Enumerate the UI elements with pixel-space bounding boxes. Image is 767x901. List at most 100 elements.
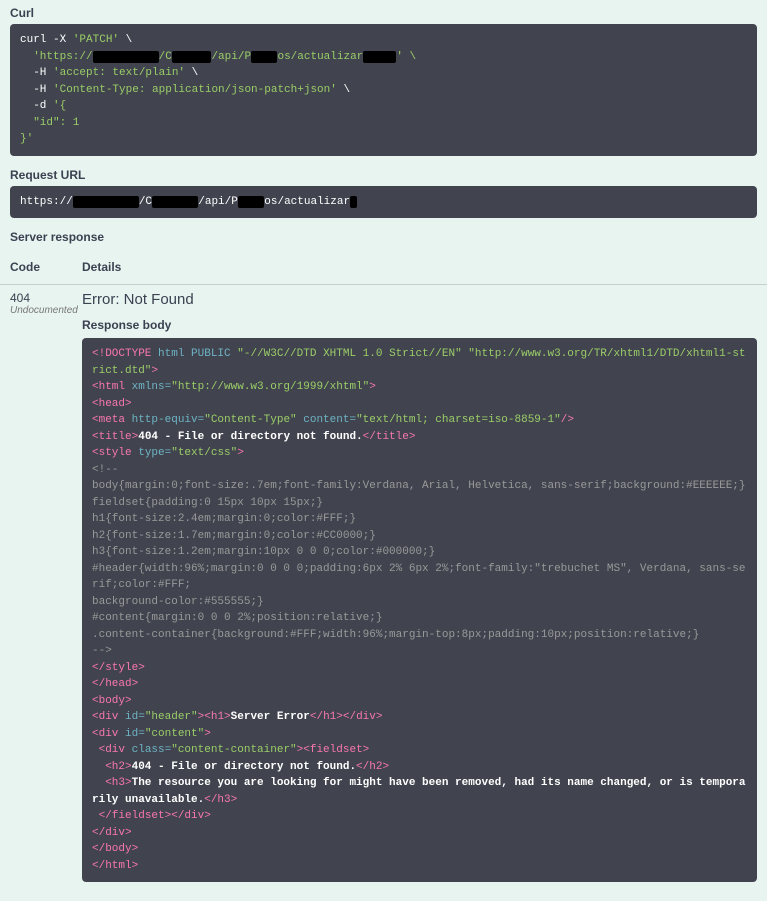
t: h1{font-size:2.4em;margin:0;color:#FFF;} <box>92 513 356 525</box>
t: .content-container{background:#FFF;width… <box>92 629 699 641</box>
t: </style> <box>92 662 145 674</box>
t: <div <box>92 744 132 756</box>
t: "http://www.w3.org/1999/xhtml" <box>171 381 369 393</box>
t: <meta <box>92 414 132 426</box>
request-url-label: Request URL <box>10 168 757 182</box>
t: ><h1> <box>198 711 231 723</box>
t: </html> <box>92 860 138 872</box>
t: ><fieldset> <box>297 744 370 756</box>
t: os/actualizar <box>277 51 363 63</box>
t: The resource you are looking for might h… <box>92 777 746 806</box>
t: </div> <box>92 827 132 839</box>
t: > <box>369 381 376 393</box>
t: <h3> <box>92 777 132 789</box>
t: <div <box>92 728 125 740</box>
t: \ <box>119 34 132 46</box>
t: > <box>237 447 244 459</box>
t: 'Content-Type: application/json-patch+js… <box>53 84 337 96</box>
t: -d <box>20 100 53 112</box>
t: <head> <box>92 398 132 410</box>
t: -H <box>20 67 53 79</box>
t: 404 - File or directory not found. <box>138 431 362 443</box>
t: id= <box>125 728 145 740</box>
redacted: xxxxx <box>363 51 396 63</box>
t: </fieldset></div> <box>92 810 211 822</box>
t: }' <box>20 133 33 145</box>
request-url-block[interactable]: https://xxx xxx xx/Cxxxxxxx/api/Pxxxxos/… <box>10 186 757 219</box>
t: #content{margin:0 0 0 2%;position:relati… <box>92 612 382 624</box>
t: 'PATCH' <box>73 34 119 46</box>
t: <h2> <box>92 761 132 773</box>
t: /> <box>561 414 574 426</box>
redacted: xxxxxxx <box>152 196 198 208</box>
t: --> <box>92 645 112 657</box>
t: Server Error <box>231 711 310 723</box>
t: fieldset{padding:0 15px 10px 15px;} <box>92 497 323 509</box>
t: <body> <box>92 695 132 707</box>
t: </h2> <box>356 761 389 773</box>
divider <box>0 284 767 285</box>
curl-block[interactable]: curl -X 'PATCH' \ 'https://xxx xxx xx/Cx… <box>10 24 757 156</box>
t: <!DOCTYPE <box>92 348 158 360</box>
t: /api/P <box>198 196 238 208</box>
t: > <box>204 728 211 740</box>
t: <html <box>92 381 132 393</box>
t: <div <box>92 711 125 723</box>
t: </h1></div> <box>310 711 383 723</box>
t: h3{font-size:1.2em;margin:10px 0 0 0;col… <box>92 546 435 558</box>
redacted: xxxx <box>238 196 264 208</box>
t: /C <box>139 196 152 208</box>
t: "text/html; charset=iso-8859-1" <box>356 414 561 426</box>
t: /api/P <box>211 51 251 63</box>
t: </title> <box>363 431 416 443</box>
redacted: xxxxxx <box>172 51 212 63</box>
t: "content-container" <box>171 744 296 756</box>
curl-label: Curl <box>10 6 757 20</box>
t: <style <box>92 447 138 459</box>
response-body-label: Response body <box>82 318 757 332</box>
t: <title> <box>92 431 138 443</box>
t: </head> <box>92 678 138 690</box>
t: xmlns= <box>132 381 172 393</box>
t: "text/css" <box>171 447 237 459</box>
t: '{ <box>53 100 66 112</box>
t: content= <box>297 414 356 426</box>
t: > <box>151 365 158 377</box>
t: body{margin:0;font-size:.7em;font-family… <box>92 480 746 492</box>
redacted: xxx xxx xx <box>93 51 159 63</box>
t: <!-- <box>92 464 118 476</box>
code-header: Code <box>10 256 82 278</box>
t: "content" <box>145 728 204 740</box>
details-header: Details <box>82 256 757 278</box>
t: id= <box>125 711 145 723</box>
t: h2{font-size:1.7em;margin:0;color:#CC000… <box>92 530 376 542</box>
status-code: 404 <box>10 291 82 305</box>
t: -H <box>20 84 53 96</box>
t: curl -X <box>20 34 73 46</box>
t: PUBLIC <box>191 348 237 360</box>
redacted: xxxx <box>251 51 277 63</box>
redacted: x <box>350 196 357 208</box>
t: "header" <box>145 711 198 723</box>
t: </body> <box>92 843 138 855</box>
t: class= <box>132 744 172 756</box>
t: https:// <box>20 196 73 208</box>
t: \ <box>185 67 198 79</box>
t: type= <box>138 447 171 459</box>
response-body-block[interactable]: <!DOCTYPE html PUBLIC "-//W3C//DTD XHTML… <box>82 338 757 882</box>
t: "Content-Type" <box>204 414 296 426</box>
server-response-label: Server response <box>10 230 757 244</box>
t: html <box>158 348 191 360</box>
t: ' \ <box>396 51 416 63</box>
t: \ <box>337 84 350 96</box>
t: http-equiv= <box>132 414 205 426</box>
t: os/actualizar <box>264 196 350 208</box>
redacted: xxx xxx xx <box>73 196 139 208</box>
t: 'https:// <box>20 51 93 63</box>
error-title: Error: Not Found <box>82 291 757 308</box>
t: 404 - File or directory not found. <box>132 761 356 773</box>
t: /C <box>159 51 172 63</box>
undocumented-label: Undocumented <box>10 305 82 316</box>
t: </h3> <box>204 794 237 806</box>
t: 'accept: text/plain' <box>53 67 185 79</box>
